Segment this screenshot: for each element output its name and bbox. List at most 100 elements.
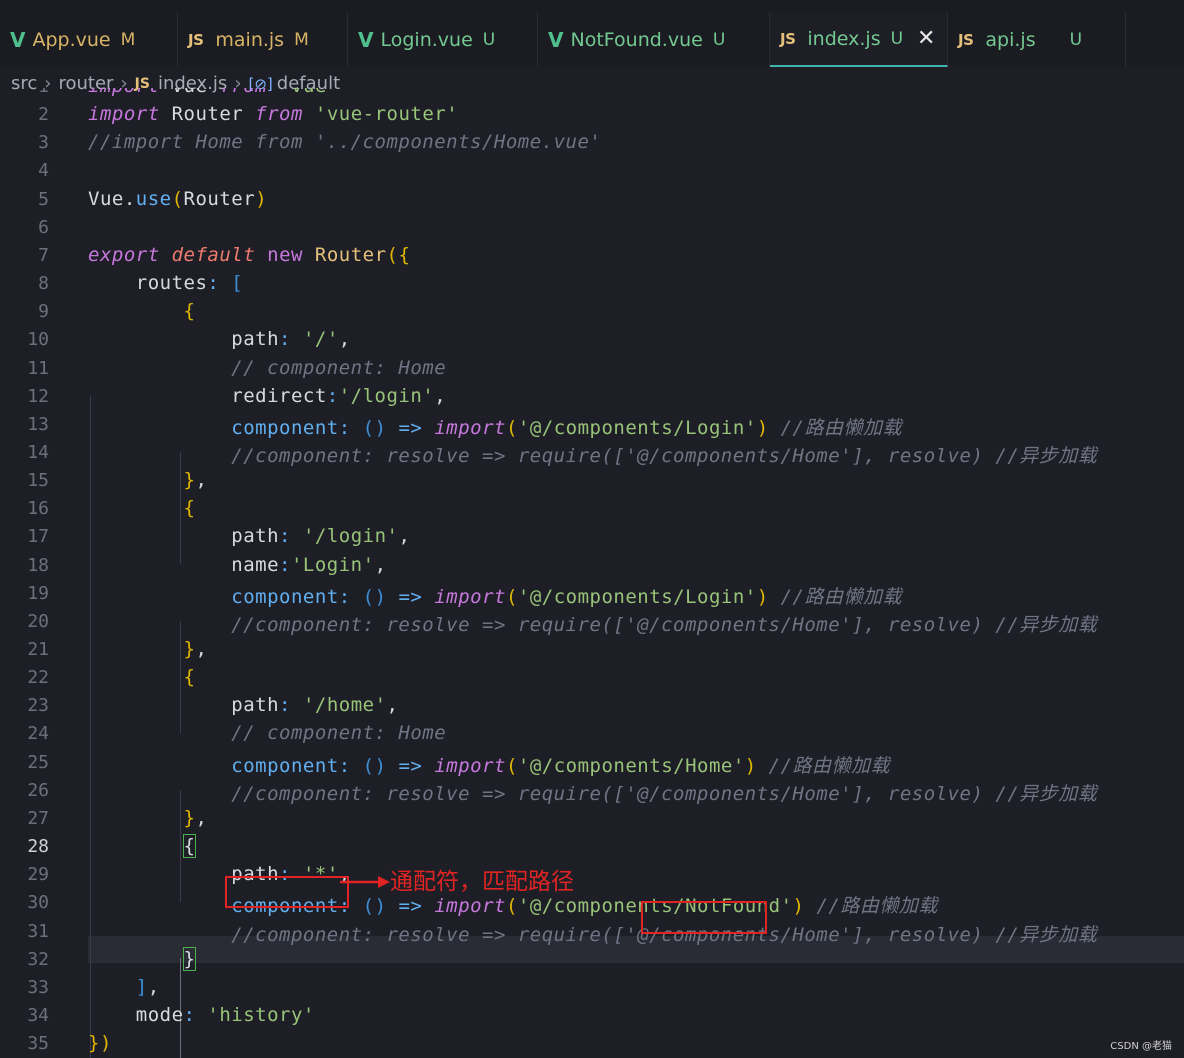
code-line[interactable]: 11 // component: Home: [0, 356, 1184, 384]
line-number: 9: [38, 301, 49, 323]
code-line[interactable]: 33 ],: [0, 975, 1184, 1003]
code-text: // component: Home: [88, 722, 446, 744]
highlight-box-notfound: [641, 901, 767, 934]
line-number: 23: [27, 695, 49, 717]
code-editor[interactable]: 1 import Vue from 'vue' 2 import Router fro…: [0, 88, 1184, 1058]
code-text: //import Home from '../components/Home.v…: [88, 131, 601, 153]
tab-index-js[interactable]: JS index.js U ✕: [770, 12, 948, 67]
code-line[interactable]: 16 {: [0, 496, 1184, 524]
code-line[interactable]: 21 },: [0, 637, 1184, 665]
code-token: default: [171, 243, 256, 266]
code-line[interactable]: 22 {: [0, 665, 1184, 693]
code-token: (): [362, 416, 387, 439]
tab-api-js[interactable]: JS api.js U: [948, 12, 1126, 67]
line-number: 5: [38, 188, 49, 210]
code-line[interactable]: 18 name:'Login',: [0, 553, 1184, 581]
line-number: 12: [27, 385, 49, 407]
code-token: [: [231, 272, 244, 295]
tab-login-vue[interactable]: V Login.vue U: [348, 12, 538, 67]
code-token: '/': [302, 328, 339, 351]
code-token: ,: [386, 694, 399, 717]
tab-app-vue[interactable]: V App.vue M: [0, 12, 178, 67]
code-token: =>: [398, 585, 423, 608]
code-token: :: [279, 553, 291, 576]
line-number: 11: [27, 357, 49, 379]
code-line[interactable]: 9 {: [0, 299, 1184, 327]
code-line[interactable]: 30 component: () => import('@/components…: [0, 890, 1184, 918]
code-line[interactable]: 10 path: '/',: [0, 327, 1184, 355]
code-line[interactable]: 35}): [0, 1031, 1184, 1058]
code-token: ,: [195, 469, 208, 492]
code-text: // component: Home: [88, 357, 446, 379]
line-number: 13: [27, 413, 49, 435]
code-token: (): [362, 585, 387, 608]
code-token: ({: [386, 243, 411, 266]
code-token: (): [362, 754, 387, 777]
code-line[interactable]: 14 //component: resolve => require(['@/c…: [0, 440, 1184, 468]
line-number: 21: [27, 639, 49, 660]
code-line[interactable]: 4: [0, 158, 1184, 186]
code-line[interactable]: 28 {: [0, 834, 1184, 862]
tab-git-status-badge: U: [1069, 29, 1083, 50]
code-token: :: [279, 525, 291, 548]
code-token: =>: [398, 754, 423, 777]
code-line[interactable]: 13 component: () => import('@/components…: [0, 412, 1184, 440]
code-line[interactable]: 31 //component: resolve => require(['@/c…: [0, 919, 1184, 947]
code-token: Vue: [160, 88, 220, 97]
code-line[interactable]: 15 },: [0, 468, 1184, 496]
code-line[interactable]: 8 routes: [: [0, 271, 1184, 299]
vue-logo-icon: V: [10, 27, 26, 52]
code-line[interactable]: 3 //import Home from '../components/Home.…: [0, 130, 1184, 158]
line-number: 18: [27, 554, 49, 576]
code-line[interactable]: 17 path: '/login',: [0, 524, 1184, 552]
code-line[interactable]: 20 //component: resolve => require(['@/c…: [0, 609, 1184, 637]
tab-notfound-vue[interactable]: V NotFound.vue U: [538, 12, 770, 67]
code-text: ],: [88, 976, 160, 998]
code-line[interactable]: 29 path: '*',: [0, 862, 1184, 890]
tab-main-js[interactable]: JS main.js M: [178, 12, 348, 67]
code-token: component: [231, 416, 339, 439]
code-token: (: [171, 187, 184, 210]
code-text: name:'Login',: [88, 554, 387, 576]
code-line[interactable]: 23 path: '/home',: [0, 693, 1184, 721]
code-token: (: [505, 416, 518, 439]
code-text: Vue.use(Router): [88, 188, 267, 210]
code-token: }): [88, 1032, 112, 1055]
code-line[interactable]: 25 component: () => import('@/components…: [0, 750, 1184, 778]
code-token: ,: [374, 553, 387, 576]
close-icon[interactable]: ✕: [917, 26, 935, 51]
code-token: // component: Home: [231, 356, 447, 379]
js-file-icon: JS: [188, 30, 204, 49]
code-line[interactable]: 19 component: () => import('@/components…: [0, 581, 1184, 609]
code-token: }: [182, 946, 197, 971]
line-number: 10: [27, 329, 49, 351]
code-token: mode: [88, 1003, 184, 1026]
code-line[interactable]: 12 redirect:'/login',: [0, 384, 1184, 412]
code-line[interactable]: 32 }: [0, 946, 1184, 975]
code-line[interactable]: 6: [0, 215, 1184, 243]
code-line[interactable]: 2 import Router from 'vue-router': [0, 102, 1184, 130]
code-line[interactable]: 26 //component: resolve => require(['@/c…: [0, 778, 1184, 806]
code-line[interactable]: 5 Vue.use(Router): [0, 187, 1184, 215]
code-line[interactable]: 34 mode: 'history': [0, 1003, 1184, 1031]
code-line[interactable]: 1 import Vue from 'vue': [0, 88, 1184, 102]
js-file-icon: JS: [958, 30, 974, 49]
code-token: Router: [314, 243, 387, 266]
code-token: 'Login': [290, 553, 375, 576]
line-number: 32: [27, 948, 49, 970]
code-line[interactable]: 27 },: [0, 806, 1184, 834]
line-number: 26: [27, 779, 49, 801]
line-number: 4: [38, 160, 49, 182]
code-token: ): [255, 187, 268, 210]
code-line[interactable]: 24 // component: Home: [0, 721, 1184, 749]
code-line[interactable]: 7 export default new Router({: [0, 243, 1184, 271]
